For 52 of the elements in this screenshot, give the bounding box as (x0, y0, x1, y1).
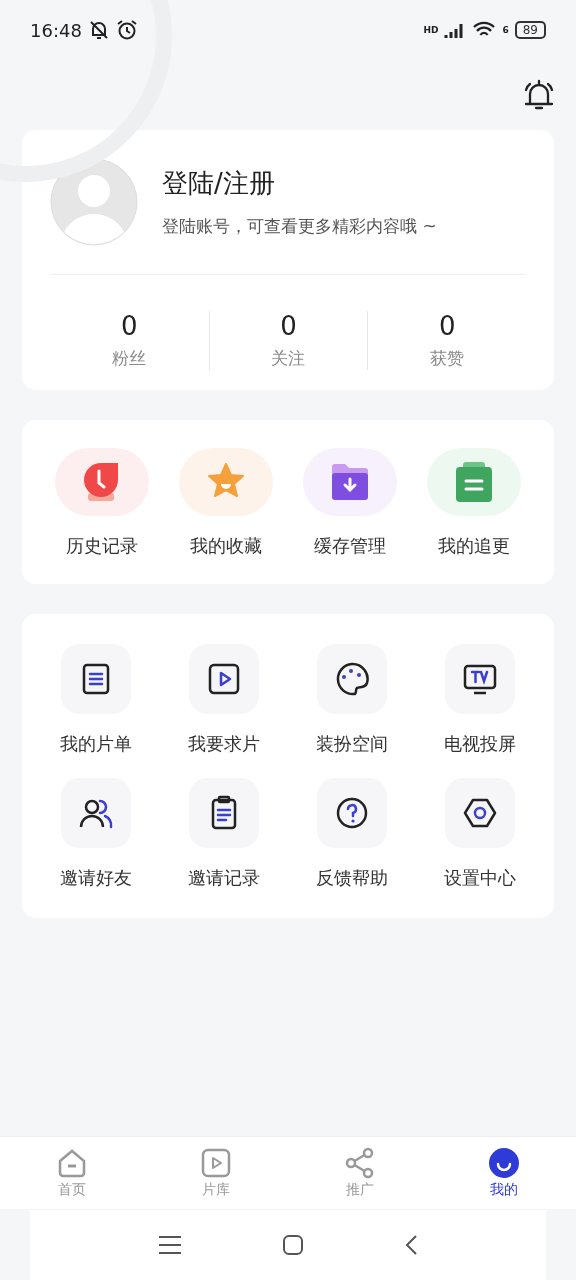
service-label: 装扮空间 (316, 732, 388, 756)
palette-icon (334, 661, 370, 697)
nav-tab[interactable]: 片库 (144, 1137, 288, 1209)
wifi-label: 6 (502, 25, 509, 35)
quick-action-label: 我的追更 (438, 534, 510, 558)
quick-action-label: 缓存管理 (314, 534, 386, 558)
service-button[interactable] (61, 644, 131, 714)
service-label: 我的片单 (60, 732, 132, 756)
back-icon[interactable] (404, 1234, 418, 1256)
play-icon (206, 661, 242, 697)
service-button[interactable] (317, 644, 387, 714)
service-label: 邀请记录 (188, 866, 260, 890)
bell-icon[interactable] (522, 78, 556, 112)
service-label: 邀请好友 (60, 866, 132, 890)
service-button[interactable] (445, 778, 515, 848)
folder-download-icon (330, 463, 370, 501)
service-button[interactable] (189, 644, 259, 714)
nav-tab[interactable]: 首页 (0, 1137, 144, 1209)
service-button[interactable] (445, 644, 515, 714)
service-label: 电视投屏 (444, 732, 516, 756)
stat-label: 获赞 (430, 347, 465, 370)
home-square-icon[interactable] (282, 1234, 304, 1256)
stat-value: 0 (121, 311, 138, 341)
stat-value: 0 (438, 311, 456, 341)
nav-tab[interactable]: 我的 (432, 1137, 576, 1209)
alarm-icon (115, 19, 138, 41)
service-label: 设置中心 (444, 866, 516, 890)
service-label: 我要求片 (188, 732, 260, 756)
stat-value: 0 (280, 311, 297, 341)
clipboard-icon (455, 461, 493, 503)
status-time: 16:48 (30, 19, 82, 41)
signal-label: HD (423, 25, 439, 35)
service-button[interactable] (61, 778, 131, 848)
nav-tab[interactable]: 推广 (288, 1137, 432, 1209)
menu-icon[interactable] (158, 1235, 182, 1255)
service-button[interactable] (317, 778, 387, 848)
question-icon (334, 795, 370, 831)
login-title[interactable]: 登陆/注册 (162, 166, 437, 201)
service-label: 反馈帮助 (316, 866, 388, 890)
stat-label: 粉丝 (112, 347, 147, 370)
play-icon (200, 1147, 232, 1179)
stat-label: 关注 (271, 347, 306, 370)
muted-bell-icon (87, 19, 110, 41)
wifi-icon (472, 21, 497, 39)
smile-icon (488, 1147, 520, 1179)
quick-action-label: 我的收藏 (190, 534, 262, 558)
service-button[interactable] (189, 778, 259, 848)
quick-action-label: 历史记录 (66, 534, 138, 558)
battery-level: 89 (514, 21, 546, 39)
login-subtitle: 登陆账号，可查看更多精彩内容哦 ~ (162, 215, 437, 238)
home-icon (56, 1147, 88, 1179)
share-icon (344, 1147, 376, 1179)
